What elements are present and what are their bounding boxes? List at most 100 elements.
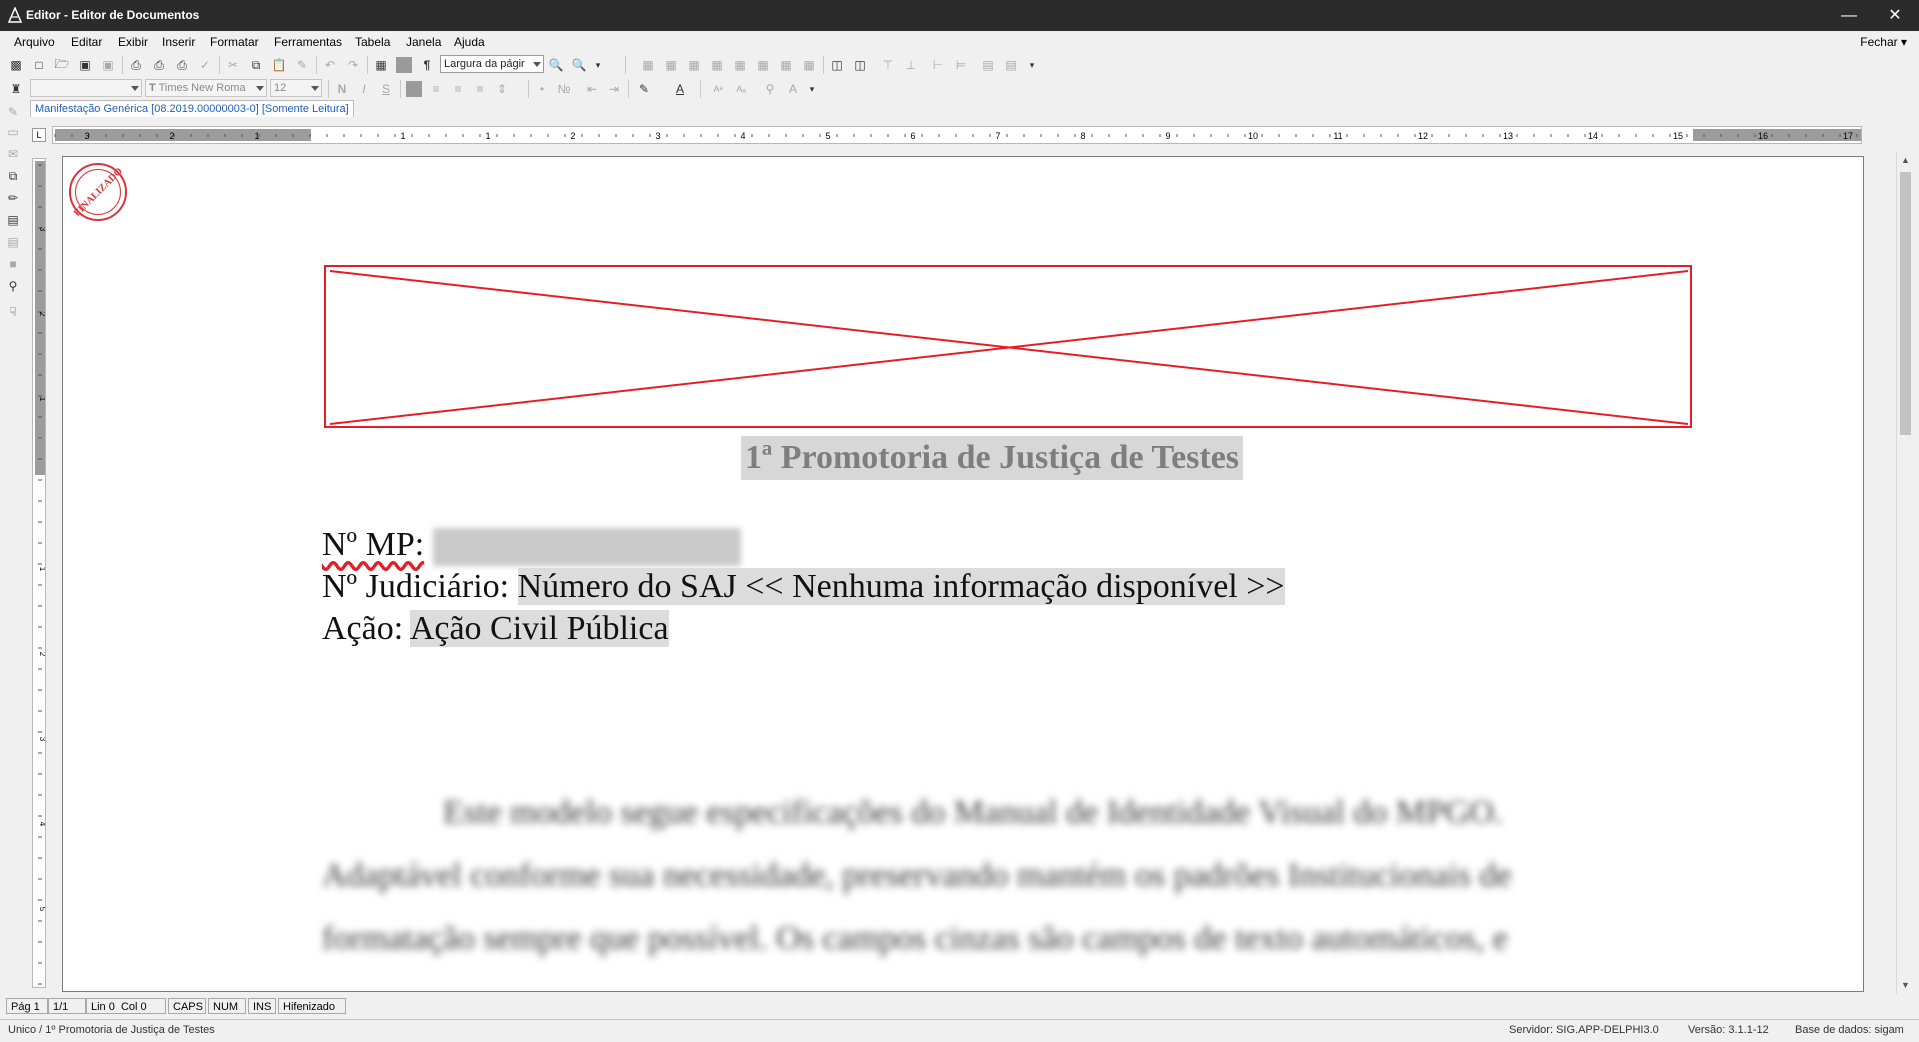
print-preview-icon[interactable]: ⎙ <box>151 57 167 73</box>
align-right-obj-icon[interactable]: ⊢ <box>930 57 946 73</box>
zoom-out-icon[interactable]: 🔍 <box>548 57 564 73</box>
print-icon[interactable]: ⎙ <box>128 57 144 73</box>
copy-icon[interactable]: ⧉ <box>248 57 264 73</box>
align-top-icon[interactable]: ⊤ <box>880 57 896 73</box>
font-size-select[interactable]: 12 <box>270 79 322 97</box>
pages-icon[interactable]: ⧉ <box>5 168 21 184</box>
save-all-icon[interactable]: ▣ <box>100 57 116 73</box>
redo-icon[interactable]: ↷ <box>345 57 361 73</box>
minimize-button[interactable]: — <box>1826 0 1872 31</box>
insert-table-icon[interactable]: ▦ <box>640 57 656 73</box>
menu-ferramentas[interactable]: Ferramentas <box>274 35 342 49</box>
menu-editar[interactable]: Editar <box>71 35 102 49</box>
split-cells-icon[interactable]: ▦ <box>801 57 817 73</box>
undo-icon[interactable]: ↶ <box>322 57 338 73</box>
highlight-color-icon[interactable]: ✎ <box>636 81 652 97</box>
superscript-icon[interactable]: Aᵃ <box>710 81 726 97</box>
cut-icon[interactable]: ✂ <box>225 57 241 73</box>
italic-icon[interactable]: I <box>356 81 372 97</box>
styles-icon[interactable]: ♜ <box>8 81 24 97</box>
delete-column-icon[interactable]: ▦ <box>755 57 771 73</box>
subscript-icon[interactable]: Aₐ <box>733 81 749 97</box>
delete-row-icon[interactable]: ▦ <box>732 57 748 73</box>
search-doc-icon[interactable]: ⚲ <box>5 278 21 294</box>
form-field-icon[interactable]: ▤ <box>980 57 996 73</box>
menu-inserir[interactable]: Inserir <box>162 35 195 49</box>
draw-icon[interactable]: ✎ <box>5 104 21 120</box>
frame-toggle-icon[interactable] <box>396 57 412 73</box>
signature-icon[interactable]: ✏ <box>5 190 21 206</box>
format-painter-icon[interactable]: ✎ <box>294 57 310 73</box>
replace-icon[interactable]: A <box>785 81 801 97</box>
menu-arquivo[interactable]: Arquivo <box>14 35 55 49</box>
find-icon[interactable]: ⚲ <box>762 81 778 97</box>
spellcheck-icon[interactable]: ✓ <box>197 57 213 73</box>
mp-number-line[interactable]: Nº MP: <box>322 525 741 567</box>
columns-icon[interactable]: ◫ <box>829 57 845 73</box>
acao-line[interactable]: Ação: Ação Civil Pública <box>322 609 669 649</box>
zoom-select[interactable]: Largura da págir <box>440 55 544 73</box>
align-right-icon[interactable]: ≡ <box>450 81 466 97</box>
scroll-down-icon[interactable]: ▼ <box>1897 977 1914 994</box>
menu-exibir[interactable]: Exibir <box>118 35 148 49</box>
comment-icon[interactable]: ▭ <box>5 124 21 140</box>
print-setup-icon[interactable]: ⎙ <box>174 57 190 73</box>
new-from-template-icon[interactable]: ▩ <box>8 57 24 73</box>
justify-icon[interactable]: ≡ <box>472 81 488 97</box>
horizontal-ruler[interactable]: 3 2 1 1 1 2 3 4 5 6 7 8 9 10 11 12 13 14 15 16 17 <box>52 126 1862 144</box>
list-icon[interactable]: ▤ <box>5 212 21 228</box>
block-icon[interactable]: ■ <box>5 256 21 272</box>
vertical-ruler[interactable]: 3 2 1 1 2 3 4 5 <box>32 158 46 988</box>
close-window-button[interactable]: ✕ <box>1872 0 1918 31</box>
scroll-thumb[interactable] <box>1900 172 1911 435</box>
document-tab[interactable]: Manifestação Genérica [08.2019.00000003-… <box>30 100 354 117</box>
new-document-icon[interactable]: □ <box>31 57 47 73</box>
decrease-indent-icon[interactable]: ⇤ <box>584 81 600 97</box>
underline-icon[interactable]: S <box>378 81 394 97</box>
document-page[interactable]: FINALIZADO 1ª Promotoria de Justiça de T… <box>62 156 1864 992</box>
font-color-icon[interactable]: A <box>672 81 688 97</box>
paragraph-marks-icon[interactable]: ¶ <box>419 57 435 73</box>
section-icon[interactable]: ◫ <box>852 57 868 73</box>
fechar-menu[interactable]: Fechar ▾ <box>1860 35 1907 49</box>
document-header-title[interactable]: 1ª Promotoria de Justiça de Testes <box>741 436 1244 480</box>
increase-indent-icon[interactable]: ⇥ <box>606 81 622 97</box>
paint-icon[interactable]: ☟ <box>5 304 21 320</box>
toolbar-overflow-2-icon[interactable]: ▾ <box>1024 57 1040 73</box>
zoom-in-icon[interactable]: 🔍 <box>571 57 587 73</box>
acao-value[interactable]: Ação Civil Pública <box>409 610 669 647</box>
font-select[interactable]: T Times New Roma <box>145 79 267 97</box>
vertical-scrollbar[interactable]: ▲ ▼ <box>1896 152 1914 994</box>
insert-row-icon[interactable]: ▦ <box>686 57 702 73</box>
align-middle-icon[interactable]: ⊥ <box>903 57 919 73</box>
form-options-icon[interactable]: ▤ <box>1003 57 1019 73</box>
align-center-icon[interactable]: ≡ <box>428 81 444 97</box>
judiciario-value[interactable]: Número do SAJ << Nenhuma informação disp… <box>517 568 1285 605</box>
scroll-up-icon[interactable]: ▲ <box>1897 152 1914 169</box>
align-left-icon[interactable] <box>406 81 422 97</box>
menu-tabela[interactable]: Tabela <box>355 35 390 49</box>
open-icon[interactable]: 🗁 <box>54 57 70 73</box>
table-grid-icon[interactable]: ▦ <box>373 57 389 73</box>
save-icon[interactable]: ▣ <box>77 57 93 73</box>
toolbar-overflow-3-icon[interactable]: ▾ <box>804 81 820 97</box>
judiciario-line[interactable]: Nº Judiciário: Número do SAJ << Nenhuma … <box>322 567 1285 607</box>
table-borders-icon[interactable]: ▦ <box>663 57 679 73</box>
merge-cells-icon[interactable]: ▦ <box>778 57 794 73</box>
paste-icon[interactable]: 📋 <box>271 57 287 73</box>
insert-column-icon[interactable]: ▦ <box>709 57 725 73</box>
missing-image-placeholder[interactable] <box>324 265 1692 428</box>
bold-icon[interactable]: N <box>334 81 350 97</box>
envelope-icon[interactable]: ✉ <box>5 146 21 162</box>
menu-janela[interactable]: Janela <box>406 35 441 49</box>
toolbar-overflow-icon[interactable]: ▾ <box>590 57 606 73</box>
line-spacing-icon[interactable]: ⇕ <box>494 81 510 97</box>
menu-ajuda[interactable]: Ajuda <box>454 35 485 49</box>
attach-icon[interactable]: ▤ <box>5 234 21 250</box>
menu-formatar[interactable]: Formatar <box>210 35 259 49</box>
style-select[interactable] <box>30 79 142 97</box>
bullets-icon[interactable]: • <box>534 81 550 97</box>
numbering-icon[interactable]: № <box>556 81 572 97</box>
distribute-icon[interactable]: ⊨ <box>953 57 969 73</box>
tab-stop-selector[interactable]: L <box>32 128 46 142</box>
